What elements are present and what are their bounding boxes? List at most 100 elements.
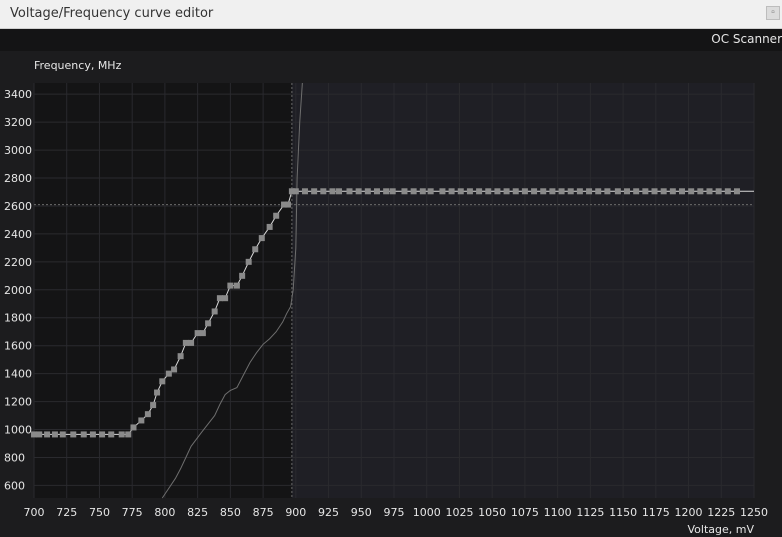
curve-point[interactable] (320, 188, 327, 195)
toolbar: OC Scanner (0, 29, 782, 51)
curve-point[interactable] (154, 389, 161, 396)
curve-point[interactable] (188, 339, 195, 346)
curve-point[interactable] (715, 188, 722, 195)
curve-point[interactable] (233, 282, 240, 289)
curve-point[interactable] (688, 188, 695, 195)
curve-point[interactable] (567, 188, 574, 195)
curve-point[interactable] (245, 258, 252, 265)
vf-curve-chart[interactable]: 700 725 750 775 800 825 850 875 900 925 950 975 1000… (0, 51, 782, 537)
curve-point[interactable] (642, 188, 649, 195)
curve-point[interactable] (503, 188, 510, 195)
curve-point[interactable] (549, 188, 556, 195)
curve-point[interactable] (679, 188, 685, 195)
curve-point[interactable] (419, 188, 426, 195)
curve-point[interactable] (373, 188, 380, 195)
curve-point[interactable] (144, 411, 151, 418)
curve-point[interactable] (108, 431, 115, 438)
curve-point[interactable] (182, 339, 189, 346)
x-tick-label: 700 (24, 506, 45, 519)
y-tick-label: 2800 (4, 172, 32, 185)
curve-point[interactable] (194, 330, 201, 337)
curve-point[interactable] (494, 188, 501, 195)
curve-point[interactable] (292, 188, 299, 195)
curve-point[interactable] (651, 188, 658, 195)
curve-point[interactable] (669, 188, 676, 195)
curve-point[interactable] (531, 188, 538, 195)
x-tick-label: 1225 (707, 506, 735, 519)
close-button[interactable]: ▫ (766, 6, 780, 20)
curve-point[interactable] (457, 188, 464, 195)
curve-point[interactable] (401, 188, 408, 195)
curve-point[interactable] (624, 188, 631, 195)
curve-point[interactable] (389, 188, 396, 195)
curve-point[interactable] (733, 188, 740, 195)
curve-point[interactable] (364, 188, 371, 195)
curve-point[interactable] (216, 295, 223, 302)
curve-point[interactable] (576, 188, 583, 195)
curve-point[interactable] (485, 188, 492, 195)
curve-point[interactable] (266, 223, 273, 230)
curve-point[interactable] (36, 431, 43, 438)
curve-point[interactable] (150, 402, 157, 409)
curve-point[interactable] (355, 188, 362, 195)
curve-point[interactable] (427, 188, 434, 195)
curve-point[interactable] (614, 188, 621, 195)
curve-point[interactable] (51, 431, 58, 438)
curve-point[interactable] (159, 378, 166, 385)
curve-point[interactable] (336, 188, 343, 195)
curve-point[interactable] (177, 353, 184, 360)
curve-point[interactable] (70, 431, 77, 438)
curve-point[interactable] (252, 246, 259, 253)
curve-point[interactable] (595, 188, 602, 195)
curve-point[interactable] (211, 308, 218, 315)
curve-point[interactable] (540, 188, 547, 195)
curve-point[interactable] (660, 188, 667, 195)
x-tick-label: 1100 (544, 506, 572, 519)
curve-point[interactable] (284, 201, 291, 208)
curve-point[interactable] (222, 295, 229, 302)
curve-point[interactable] (410, 188, 417, 195)
curve-point[interactable] (512, 188, 519, 195)
curve-point[interactable] (439, 188, 446, 195)
y-tick-label: 2200 (4, 256, 32, 269)
curve-point[interactable] (125, 431, 132, 438)
oc-scanner-button[interactable]: OC Scanner (711, 32, 782, 46)
curve-point[interactable] (273, 212, 280, 219)
curve-point[interactable] (258, 235, 265, 242)
curve-point[interactable] (301, 188, 308, 195)
curve-point[interactable] (239, 272, 246, 279)
curve-point[interactable] (604, 188, 611, 195)
curve-point[interactable] (205, 320, 212, 327)
curve-point[interactable] (59, 431, 66, 438)
curve-point[interactable] (138, 417, 145, 424)
y-tick-label: 800 (4, 451, 25, 464)
x-tick-label: 950 (351, 506, 372, 519)
curve-point[interactable] (118, 431, 125, 438)
curve-point[interactable] (329, 188, 336, 195)
curve-point[interactable] (633, 188, 640, 195)
curve-point[interactable] (171, 366, 178, 373)
y-tick-label: 1800 (4, 312, 32, 325)
curve-point[interactable] (99, 431, 106, 438)
curve-point[interactable] (130, 424, 137, 431)
curve-point[interactable] (476, 188, 483, 195)
curve-point[interactable] (311, 188, 318, 195)
curve-point[interactable] (89, 431, 96, 438)
x-tick-label: 1200 (675, 506, 703, 519)
x-tick-label: 900 (285, 506, 306, 519)
curve-point[interactable] (165, 370, 172, 377)
curve-point[interactable] (383, 188, 390, 195)
curve-point[interactable] (466, 188, 473, 195)
curve-point[interactable] (346, 188, 353, 195)
curve-point[interactable] (706, 188, 713, 195)
curve-point[interactable] (697, 188, 704, 195)
curve-point[interactable] (80, 431, 87, 438)
curve-point[interactable] (199, 330, 206, 337)
curve-point[interactable] (44, 431, 51, 438)
curve-point[interactable] (724, 188, 731, 195)
curve-point[interactable] (521, 188, 528, 195)
curve-point[interactable] (586, 188, 593, 195)
curve-point[interactable] (227, 282, 234, 289)
curve-point[interactable] (558, 188, 565, 195)
curve-point[interactable] (448, 188, 455, 195)
